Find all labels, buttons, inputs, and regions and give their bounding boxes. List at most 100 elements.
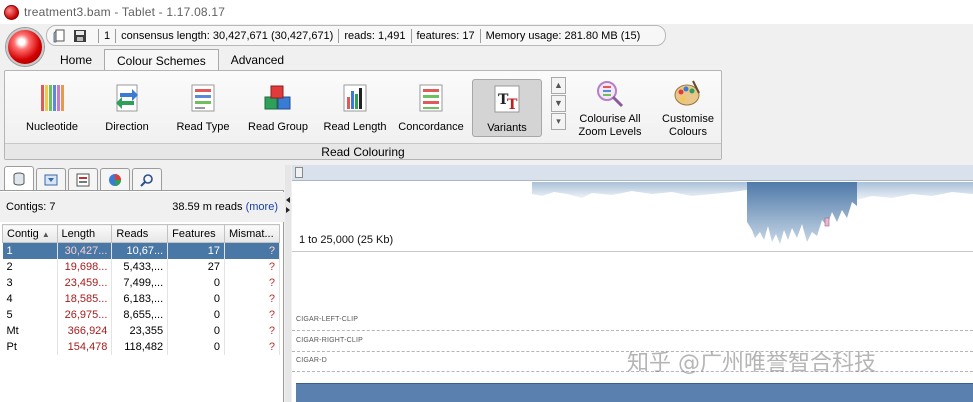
customise-colours-button[interactable]: Customise Colours — [653, 75, 723, 141]
panel-splitter[interactable] — [285, 165, 291, 402]
tab-colours[interactable] — [100, 168, 130, 190]
palette-icon — [674, 80, 700, 106]
features-count: features: 17 — [416, 29, 475, 42]
range-label: 1 to 25,000 (25 Kb) — [299, 234, 394, 246]
table-row[interactable]: 4 18,585... 6,183,... 0 ? — [2, 290, 280, 307]
cell-reads: 7,499,... — [111, 274, 169, 291]
column-header-length[interactable]: Length — [56, 224, 113, 243]
more-link[interactable]: (more) — [246, 201, 278, 213]
panel-tabs — [0, 165, 284, 191]
variants-icon: T T — [494, 85, 520, 113]
cell-mismatches: ? — [224, 274, 280, 291]
read-colouring-group-label: Read Colouring — [5, 143, 721, 159]
cell-mismatches: ? — [224, 290, 280, 307]
cell-mismatches: ? — [224, 242, 280, 259]
collapse-left-icon[interactable] — [286, 197, 290, 203]
concordance-button[interactable]: Concordance — [396, 79, 466, 137]
feature-track-band[interactable] — [296, 383, 973, 402]
search-icon — [140, 173, 153, 187]
window-title: treatment3.bam - Tablet - 1.17.08.17 — [24, 5, 226, 19]
current-contig: 1 — [104, 29, 111, 42]
gallery-expand-icon[interactable]: ▾ — [551, 113, 566, 130]
column-header-contig[interactable]: Contig ▲ — [2, 224, 58, 243]
read-group-label: Read Group — [248, 121, 308, 133]
tab-advanced[interactable]: Advanced — [219, 49, 296, 71]
nucleotide-button[interactable]: Nucleotide — [17, 79, 87, 137]
column-header-mismatches[interactable]: Mismat... — [224, 224, 280, 243]
title-bar: treatment3.bam - Tablet - 1.17.08.17 — [0, 0, 973, 24]
reads-summary: 38.59 m reads (more) — [172, 201, 278, 213]
variants-button[interactable]: T T Variants — [472, 79, 542, 137]
scrollbar-thumb[interactable] — [295, 167, 303, 178]
read-type-button[interactable]: Read Type — [168, 79, 238, 137]
tablet-app-icon — [4, 4, 19, 20]
separator — [98, 28, 99, 43]
colourise-all-label: Colourise All Zoom Levels — [578, 113, 642, 138]
tab-filter[interactable] — [36, 168, 66, 190]
track-line — [292, 330, 973, 331]
watermark: 知乎 @广州唯誉智合科技 — [627, 351, 876, 376]
column-header-features[interactable]: Features — [167, 224, 226, 243]
direction-button[interactable]: Direction — [92, 79, 162, 137]
table-row[interactable]: Mt 366,924 23,355 0 ? — [2, 322, 280, 339]
cell-features: 0 — [167, 338, 226, 355]
nucleotide-label: Nucleotide — [26, 121, 78, 133]
ribbon-tabs: Home Colour Schemes Advanced — [48, 49, 296, 71]
cell-contig: 3 — [2, 274, 58, 291]
concordance-label: Concordance — [398, 121, 464, 133]
track-label: CIGAR-RIGHT-CLIP — [296, 337, 363, 344]
open-file-icon[interactable] — [53, 29, 67, 43]
read-group-button[interactable]: Read Group — [243, 79, 313, 137]
track-cigar-left-clip: CIGAR-LEFT-CLIP — [292, 315, 973, 335]
filter-icon — [44, 174, 58, 185]
table-row[interactable]: 5 26,975... 8,655,... 0 ? — [2, 306, 280, 323]
tab-colour-schemes[interactable]: Colour Schemes — [104, 49, 219, 71]
tab-contigs[interactable] — [4, 166, 34, 190]
cell-contig: 1 — [2, 242, 58, 259]
gallery-scroll-up-icon[interactable]: ▲ — [551, 77, 566, 94]
cell-contig: 2 — [2, 258, 58, 275]
cell-contig: Mt — [2, 322, 58, 339]
read-type-label: Read Type — [176, 121, 230, 133]
save-icon[interactable] — [73, 29, 87, 43]
reads-area[interactable] — [292, 253, 973, 313]
separator — [410, 28, 412, 43]
separator — [479, 28, 481, 43]
track-label: CIGAR-D — [296, 357, 327, 364]
variants-label: Variants — [487, 122, 527, 134]
coverage-graph — [532, 182, 973, 244]
horizontal-scrollbar[interactable] — [292, 165, 973, 181]
table-row[interactable]: 3 23,459... 7,499,... 0 ? — [2, 274, 280, 291]
gallery-scroll-down-icon[interactable]: ▼ — [551, 95, 566, 112]
cell-reads: 6,183,... — [111, 290, 169, 307]
tab-home[interactable]: Home — [48, 49, 104, 71]
separator — [115, 28, 117, 43]
table-row[interactable]: 2 19,698... 5,433,... 27 ? — [2, 258, 280, 275]
read-length-label: Read Length — [323, 121, 387, 133]
collapse-right-icon[interactable] — [286, 207, 290, 213]
application-menu-orb-icon[interactable] — [6, 28, 44, 66]
cell-length: 154,478 — [57, 338, 113, 355]
cell-mismatches: ? — [224, 306, 280, 323]
column-header-reads[interactable]: Reads — [111, 224, 169, 243]
table-row[interactable]: Pt 154,478 118,482 0 ? — [2, 338, 280, 355]
cell-reads: 10,67... — [111, 242, 169, 259]
read-length-button[interactable]: Read Length — [320, 79, 390, 137]
color-wheel-icon — [109, 173, 121, 186]
cell-features: 0 — [167, 306, 226, 323]
coverage-overview[interactable]: 1 to 25,000 (25 Kb) — [292, 182, 973, 252]
alignment-viewer: 1 to 25,000 (25 Kb) CIGAR-LEFT-CLIP CIGA… — [292, 165, 973, 402]
cell-length: 30,427... — [57, 242, 113, 259]
cell-mismatches: ? — [224, 338, 280, 355]
list-icon — [76, 173, 90, 186]
table-row[interactable]: 1 30,427... 10,67... 17 ? — [2, 242, 280, 259]
colourise-all-zoom-levels-button[interactable]: Colourise All Zoom Levels — [575, 75, 645, 141]
tab-features[interactable] — [68, 168, 98, 190]
separator — [338, 28, 340, 43]
database-icon — [13, 172, 25, 185]
tab-search[interactable] — [132, 168, 162, 190]
direction-icon — [116, 84, 138, 112]
quick-access-bar: 1 consensus length: 30,427,671 (30,427,6… — [46, 25, 666, 46]
consensus-length: consensus length: 30,427,671 (30,427,671… — [121, 29, 334, 42]
cell-reads: 118,482 — [111, 338, 169, 355]
